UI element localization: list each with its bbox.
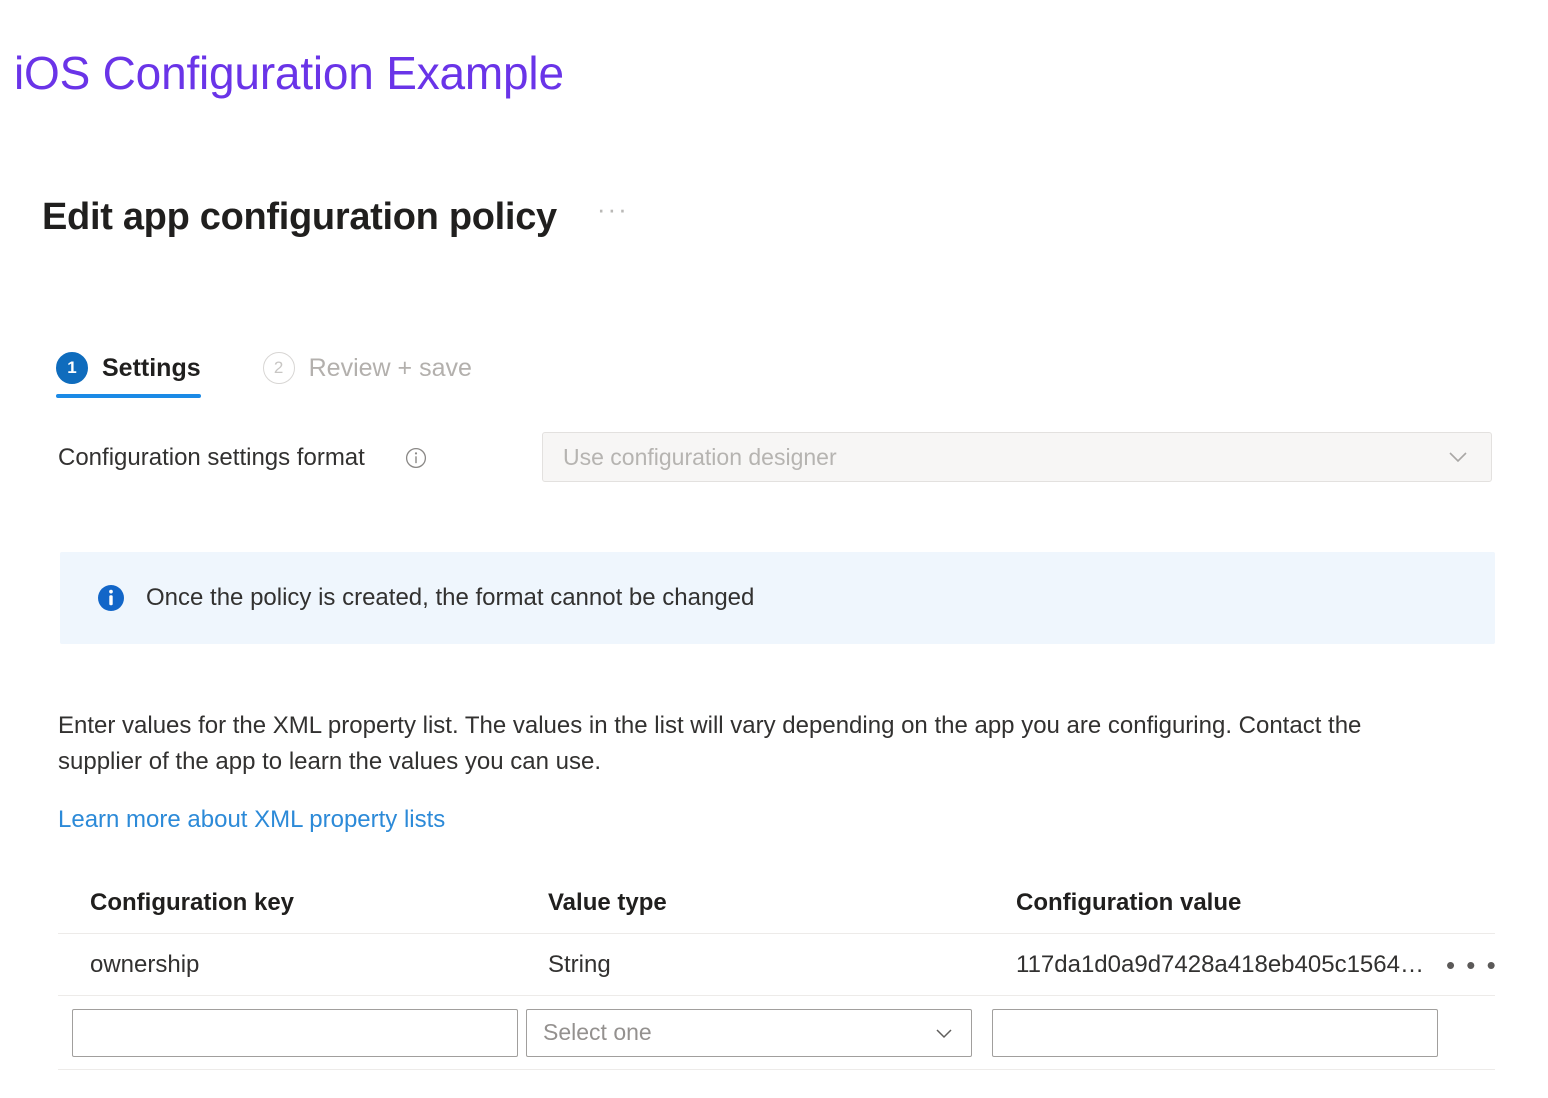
table-row: ownership String 117da1d0a9d7428a418eb40… bbox=[58, 934, 1495, 996]
column-header-value-type: Value type bbox=[548, 888, 667, 916]
tab-review-save-label: Review + save bbox=[308, 354, 472, 382]
info-circle-icon[interactable] bbox=[404, 446, 428, 470]
info-filled-icon bbox=[96, 583, 126, 613]
tab-review-save[interactable]: 2 Review + save bbox=[262, 352, 472, 398]
entry-key-cell bbox=[58, 1008, 518, 1057]
configuration-settings-format-label: Configuration settings format bbox=[58, 444, 365, 471]
entry-type-cell: Select one bbox=[516, 1008, 984, 1057]
configuration-settings-format-dropdown[interactable]: Use configuration designer bbox=[542, 432, 1492, 482]
chevron-down-icon bbox=[1443, 442, 1473, 472]
row-more-options-icon[interactable]: • • • bbox=[1446, 958, 1495, 972]
table-entry-row: Select one bbox=[58, 996, 1495, 1070]
chevron-down-icon bbox=[931, 1020, 957, 1046]
more-options-icon[interactable]: ··· bbox=[597, 196, 629, 235]
description-paragraph: Enter values for the XML property list. … bbox=[58, 712, 1362, 775]
configuration-table: Configuration key Value type Configurati… bbox=[58, 872, 1495, 1070]
step-2-badge: 2 bbox=[262, 352, 295, 384]
column-header-configuration-value: Configuration value bbox=[1016, 888, 1242, 916]
configuration-settings-format-value: Use configuration designer bbox=[563, 443, 837, 470]
cell-actions: • • • bbox=[1424, 958, 1495, 972]
azure-blade-panel: Edit app configuration policy ··· 1 Sett… bbox=[0, 160, 1548, 1098]
table-header-row: Configuration key Value type Configurati… bbox=[58, 872, 1495, 934]
tab-settings[interactable]: 1 Settings bbox=[56, 352, 201, 398]
page-title: Edit app configuration policy bbox=[42, 196, 557, 238]
configuration-key-input[interactable] bbox=[72, 1008, 518, 1057]
value-type-select-value: Select one bbox=[543, 1019, 652, 1045]
configuration-settings-format-row: Configuration settings format Use config… bbox=[0, 432, 1548, 484]
value-type-select[interactable]: Select one bbox=[526, 1008, 972, 1057]
info-banner: Once the policy is created, the format c… bbox=[60, 552, 1495, 644]
tab-settings-label: Settings bbox=[102, 354, 201, 382]
cell-configuration-value: 117da1d0a9d7428a418eb405c1564… bbox=[1016, 950, 1424, 978]
blade-header: Edit app configuration policy ··· bbox=[42, 192, 629, 242]
column-header-configuration-key: Configuration key bbox=[90, 888, 295, 916]
info-banner-text: Once the policy is created, the format c… bbox=[146, 584, 755, 611]
slide-title: iOS Configuration Example bbox=[14, 47, 564, 99]
step-1-badge: 1 bbox=[56, 352, 88, 384]
learn-more-link[interactable]: Learn more about XML property lists bbox=[58, 804, 445, 836]
active-tab-underline bbox=[56, 394, 201, 398]
cell-configuration-key: ownership bbox=[90, 950, 200, 978]
configuration-value-input[interactable] bbox=[992, 1008, 1438, 1057]
cell-value-type: String bbox=[548, 950, 611, 978]
entry-value-cell bbox=[984, 1008, 1444, 1057]
wizard-steps: 1 Settings 2 Review + save bbox=[56, 352, 472, 398]
